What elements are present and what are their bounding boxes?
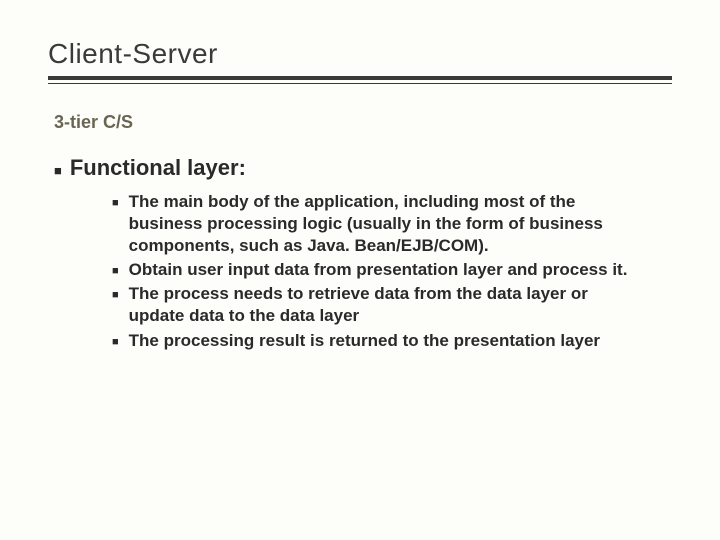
list-item-text: Obtain user input data from presentation… [129,259,632,281]
list-item-text: The main body of the application, includ… [129,191,632,257]
list-item-text: The process needs to retrieve data from … [129,283,632,327]
section-header: ■ Functional layer: [48,155,672,181]
divider-thick [48,76,672,80]
list-item: ■ The process needs to retrieve data fro… [112,283,632,327]
square-bullet-icon: ■ [112,264,119,278]
divider-thin [48,83,672,84]
list-item: ■ The processing result is returned to t… [112,330,632,352]
list-item: ■ Obtain user input data from presentati… [112,259,632,281]
slide-subtitle: 3-tier C/S [48,112,672,133]
square-bullet-icon: ■ [112,288,119,302]
list-item-text: The processing result is returned to the… [129,330,632,352]
bullet-list: ■ The main body of the application, incl… [48,191,672,352]
square-bullet-icon: ■ [112,335,119,349]
slide-title: Client-Server [48,38,672,76]
section-header-label: Functional layer: [70,155,246,181]
list-item: ■ The main body of the application, incl… [112,191,632,257]
square-bullet-icon: ■ [54,163,62,178]
square-bullet-icon: ■ [112,196,119,210]
